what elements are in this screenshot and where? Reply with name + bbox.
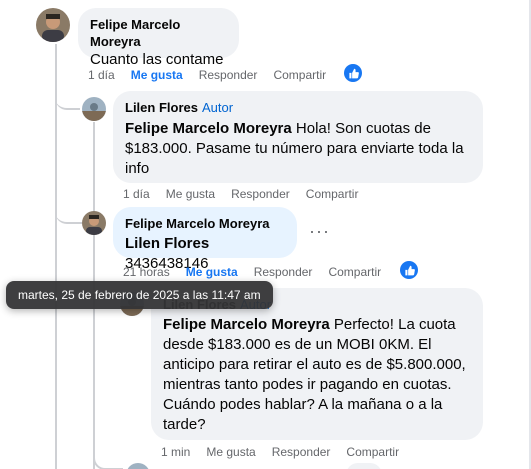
- comment-timestamp[interactable]: 1 día: [123, 187, 150, 201]
- avatar[interactable]: [346, 463, 382, 469]
- comment-author[interactable]: Lilen FloresAutor: [125, 99, 471, 116]
- comment-actions: 21 horas Me gusta Responder Compartir: [123, 265, 397, 279]
- comment-timestamp[interactable]: 1 día: [88, 68, 115, 82]
- thread-connector-2: [55, 196, 82, 224]
- share-button[interactable]: Compartir: [306, 187, 359, 201]
- avatar[interactable]: [126, 463, 150, 469]
- like-reaction-icon[interactable]: [400, 261, 418, 279]
- mention-link[interactable]: Lilen Flores: [125, 235, 209, 252]
- mention-link[interactable]: Felipe Marcelo Moreyra: [163, 316, 330, 333]
- comment-author-name[interactable]: Lilen Flores: [125, 100, 198, 115]
- comment-bubble: Felipe Marcelo Moreyra Lilen Flores 3436…: [113, 207, 297, 272]
- mention-link[interactable]: Felipe Marcelo Moreyra: [125, 120, 292, 137]
- like-button[interactable]: Me gusta: [186, 265, 238, 279]
- comment-text: Cuanto las contame: [90, 51, 224, 68]
- like-button[interactable]: Me gusta: [206, 445, 255, 459]
- like-reaction-icon[interactable]: [344, 64, 362, 82]
- comment-actions: 1 día Me gusta Responder Compartir: [88, 68, 342, 82]
- more-options-icon[interactable]: ···: [309, 222, 330, 240]
- comment-text: Felipe Marcelo Moreyra Hola! Son cuotas …: [125, 119, 471, 179]
- reply-button[interactable]: Responder: [199, 68, 258, 82]
- comment-actions: 1 día Me gusta Responder Compartir: [123, 187, 374, 201]
- reply-button[interactable]: Responder: [231, 187, 290, 201]
- comment-timestamp[interactable]: 21 horas: [123, 265, 170, 279]
- thread-line-main: [55, 44, 57, 469]
- comment-body: Perfecto! La cuota desde $183.000 es de …: [163, 316, 466, 433]
- thread-connector-4: [93, 440, 123, 469]
- timestamp-tooltip: martes, 25 de febrero de 2025 a las 11:4…: [6, 281, 273, 309]
- share-button[interactable]: Compartir: [328, 265, 381, 279]
- share-button[interactable]: Compartir: [346, 445, 399, 459]
- comment-author[interactable]: Felipe Marcelo Moreyra: [90, 16, 227, 50]
- reply-button[interactable]: Responder: [272, 445, 331, 459]
- thread-connector-1: [55, 44, 80, 110]
- comment-timestamp[interactable]: 1 min: [161, 445, 190, 459]
- share-button[interactable]: Compartir: [273, 68, 326, 82]
- comment-bubble: Felipe Marcelo Moreyra Cuanto las contam…: [78, 8, 239, 68]
- avatar[interactable]: [82, 211, 106, 235]
- like-button[interactable]: Me gusta: [166, 187, 215, 201]
- comment-bubble: Lilen FloresAutor Felipe Marcelo Moreyra…: [151, 288, 483, 440]
- reply-button[interactable]: Responder: [254, 265, 313, 279]
- comment-bubble: Lilen FloresAutor Felipe Marcelo Moreyra…: [113, 91, 483, 183]
- avatar[interactable]: [36, 8, 70, 42]
- author-badge: Autor: [201, 100, 234, 115]
- comment-text: Felipe Marcelo Moreyra Perfecto! La cuot…: [163, 315, 471, 435]
- avatar[interactable]: [82, 97, 106, 121]
- comment-author[interactable]: Felipe Marcelo Moreyra: [125, 215, 285, 232]
- like-button[interactable]: Me gusta: [131, 68, 183, 82]
- comment-actions: 1 min Me gusta Responder Compartir: [161, 445, 415, 459]
